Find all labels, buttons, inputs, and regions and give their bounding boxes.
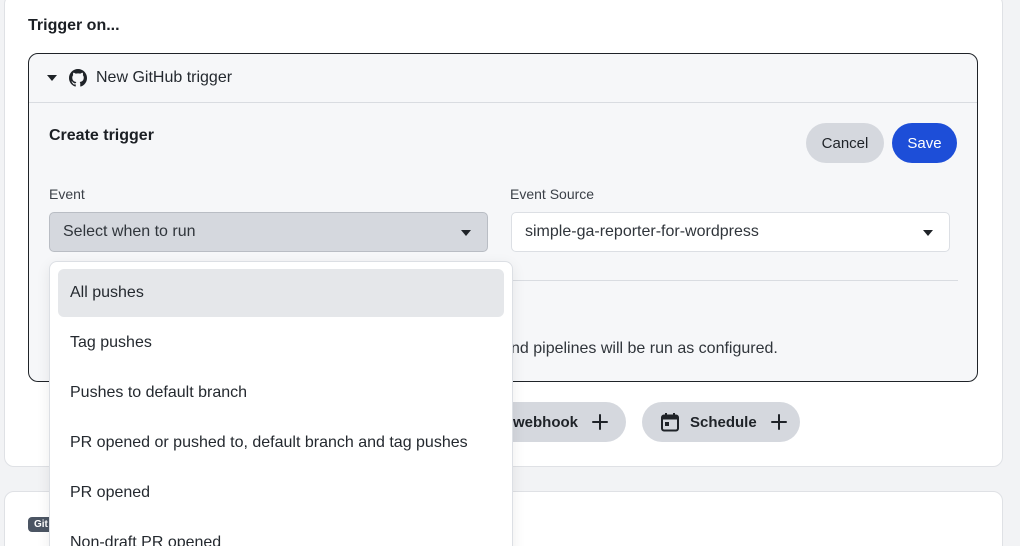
dropdown-option-all-pushes[interactable]: All pushes <box>58 269 504 317</box>
chevron-down-icon <box>461 230 471 236</box>
schedule-label: Schedule <box>690 413 757 431</box>
plus-icon <box>592 414 608 430</box>
webhook-label: webhook <box>512 413 578 431</box>
event-select[interactable]: Select when to run <box>49 212 488 252</box>
trigger-header[interactable]: New GitHub trigger <box>29 54 977 103</box>
add-schedule-button[interactable]: Schedule <box>642 402 800 442</box>
collapse-caret-icon[interactable] <box>47 75 57 81</box>
save-button[interactable]: Save <box>892 123 957 163</box>
dropdown-option-non-draft-pr[interactable]: Non-draft PR opened <box>58 519 504 546</box>
dropdown-option-pr-opened-or-pushed[interactable]: PR opened or pushed to, default branch a… <box>58 419 504 467</box>
trigger-header-label: New GitHub trigger <box>96 69 233 86</box>
dropdown-option-tag-pushes[interactable]: Tag pushes <box>58 319 504 367</box>
github-icon <box>69 69 87 87</box>
info-text-visible: nd pipelines will be run as configured. <box>511 340 778 357</box>
create-trigger-title: Create trigger <box>49 127 154 144</box>
event-source-label: Event Source <box>510 186 595 202</box>
section-title: Trigger on... <box>28 17 120 34</box>
dropdown-option-default-branch[interactable]: Pushes to default branch <box>58 369 504 417</box>
event-source-value: simple-ga-reporter-for-wordpress <box>525 223 759 240</box>
dropdown-option-pr-opened[interactable]: PR opened <box>58 469 504 517</box>
calendar-icon <box>660 412 680 432</box>
cancel-button[interactable]: Cancel <box>806 123 884 163</box>
chevron-down-icon <box>923 230 933 236</box>
plus-icon <box>770 414 787 430</box>
event-source-select[interactable]: simple-ga-reporter-for-wordpress <box>511 212 950 252</box>
event-label: Event <box>49 186 85 202</box>
divider <box>511 280 958 281</box>
event-dropdown-menu: All pushes Tag pushes Pushes to default … <box>49 261 513 546</box>
event-select-value: Select when to run <box>63 223 196 240</box>
